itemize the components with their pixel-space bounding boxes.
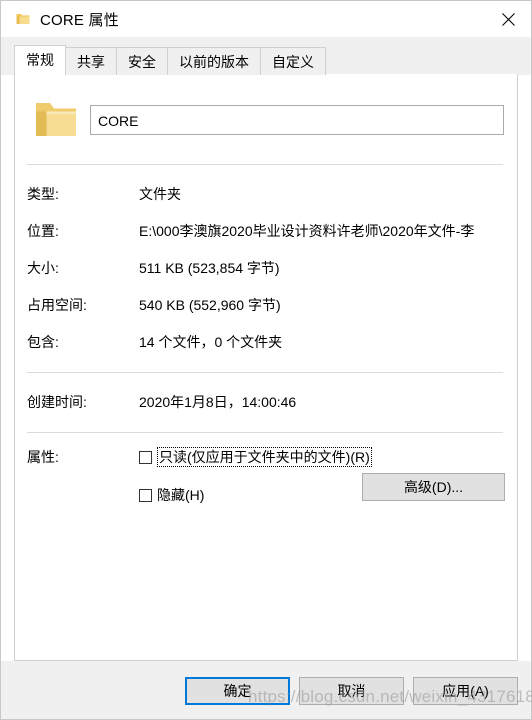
tab-label: 自定义	[272, 54, 314, 70]
info-label: 类型:	[27, 185, 59, 202]
tab-strip: 常规 共享 安全 以前的版本 自定义	[14, 45, 531, 75]
folder-info-list: 类型: 文件夹 位置: E:\000李澳旗2020毕业设计资料许老师\2020年…	[15, 165, 517, 360]
folder-header-row: CORE	[15, 89, 517, 151]
folder-name-input[interactable]: CORE	[90, 105, 504, 135]
info-label: 包含:	[27, 333, 59, 350]
tab-label: 常规	[26, 52, 54, 68]
cancel-button[interactable]: 取消	[299, 677, 404, 705]
tab-security[interactable]: 安全	[116, 47, 168, 75]
tab-label: 共享	[77, 54, 105, 70]
attributes-label: 属性:	[27, 449, 59, 465]
info-label: 位置:	[27, 222, 59, 239]
footer-button-group: 确定 取消 应用(A)	[176, 677, 518, 705]
info-value: 14 个文件，0 个文件夹	[139, 333, 283, 350]
info-row-size: 大小: 511 KB (523,854 字节)	[15, 249, 517, 286]
general-tab-panel: CORE 类型: 文件夹 位置: E:\000李澳旗2020毕业设计资料许老师\…	[14, 74, 518, 661]
folder-icon	[15, 11, 31, 27]
info-row-size-on-disk: 占用空间: 540 KB (552,960 字节)	[15, 286, 517, 323]
advanced-button[interactable]: 高级(D)...	[362, 473, 505, 501]
created-group: 创建时间: 2020年1月8日，14:00:46	[15, 373, 517, 420]
tab-general[interactable]: 常规	[14, 45, 66, 75]
apply-button[interactable]: 应用(A)	[413, 677, 518, 705]
window-title: CORE 属性	[40, 11, 119, 29]
info-label: 大小:	[27, 259, 59, 276]
info-value: 511 KB (523,854 字节)	[139, 259, 280, 276]
info-value: 540 KB (552,960 字节)	[139, 296, 281, 313]
tab-customize[interactable]: 自定义	[260, 47, 326, 75]
hidden-checkbox-label[interactable]: 隐藏(H)	[157, 486, 204, 504]
tab-label: 安全	[128, 54, 156, 70]
readonly-checkbox[interactable]	[139, 450, 152, 464]
info-row-created: 创建时间: 2020年1月8日，14:00:46	[15, 383, 517, 420]
info-label: 占用空间:	[27, 296, 87, 313]
properties-dialog: CORE 属性 常规 共享 安全 以前的版本 自定义 CORE 类型: 文件夹 …	[0, 0, 532, 720]
readonly-checkbox-row[interactable]: 只读(仅应用于文件夹中的文件)(R)	[139, 446, 505, 468]
info-row-location: 位置: E:\000李澳旗2020毕业设计资料许老师\2020年文件-李	[15, 212, 517, 249]
info-value: 文件夹	[139, 185, 181, 202]
close-icon	[501, 12, 515, 26]
tab-label: 以前的版本	[179, 54, 249, 70]
ok-button[interactable]: 确定	[185, 677, 290, 705]
info-row-type: 类型: 文件夹	[15, 175, 517, 212]
info-label: 创建时间:	[27, 393, 87, 410]
tab-strip-area: 常规 共享 安全 以前的版本 自定义	[1, 37, 531, 75]
info-value: 2020年1月8日，14:00:46	[139, 393, 297, 410]
attributes-block: 属性: 只读(仅应用于文件夹中的文件)(R) 隐藏(H) 高级(D)...	[15, 433, 517, 506]
dialog-footer: 确定 取消 应用(A)	[1, 661, 531, 719]
info-row-contains: 包含: 14 个文件，0 个文件夹	[15, 323, 517, 360]
tab-previous-versions[interactable]: 以前的版本	[167, 47, 261, 75]
readonly-checkbox-label[interactable]: 只读(仅应用于文件夹中的文件)(R)	[157, 447, 372, 467]
hidden-checkbox[interactable]	[139, 488, 152, 502]
title-bar: CORE 属性	[1, 1, 531, 37]
folder-icon	[29, 99, 83, 141]
info-value: E:\000李澳旗2020毕业设计资料许老师\2020年文件-李	[139, 222, 475, 239]
attributes-controls: 只读(仅应用于文件夹中的文件)(R) 隐藏(H) 高级(D)...	[139, 446, 517, 506]
close-button[interactable]	[485, 1, 531, 37]
tab-sharing[interactable]: 共享	[65, 47, 117, 75]
